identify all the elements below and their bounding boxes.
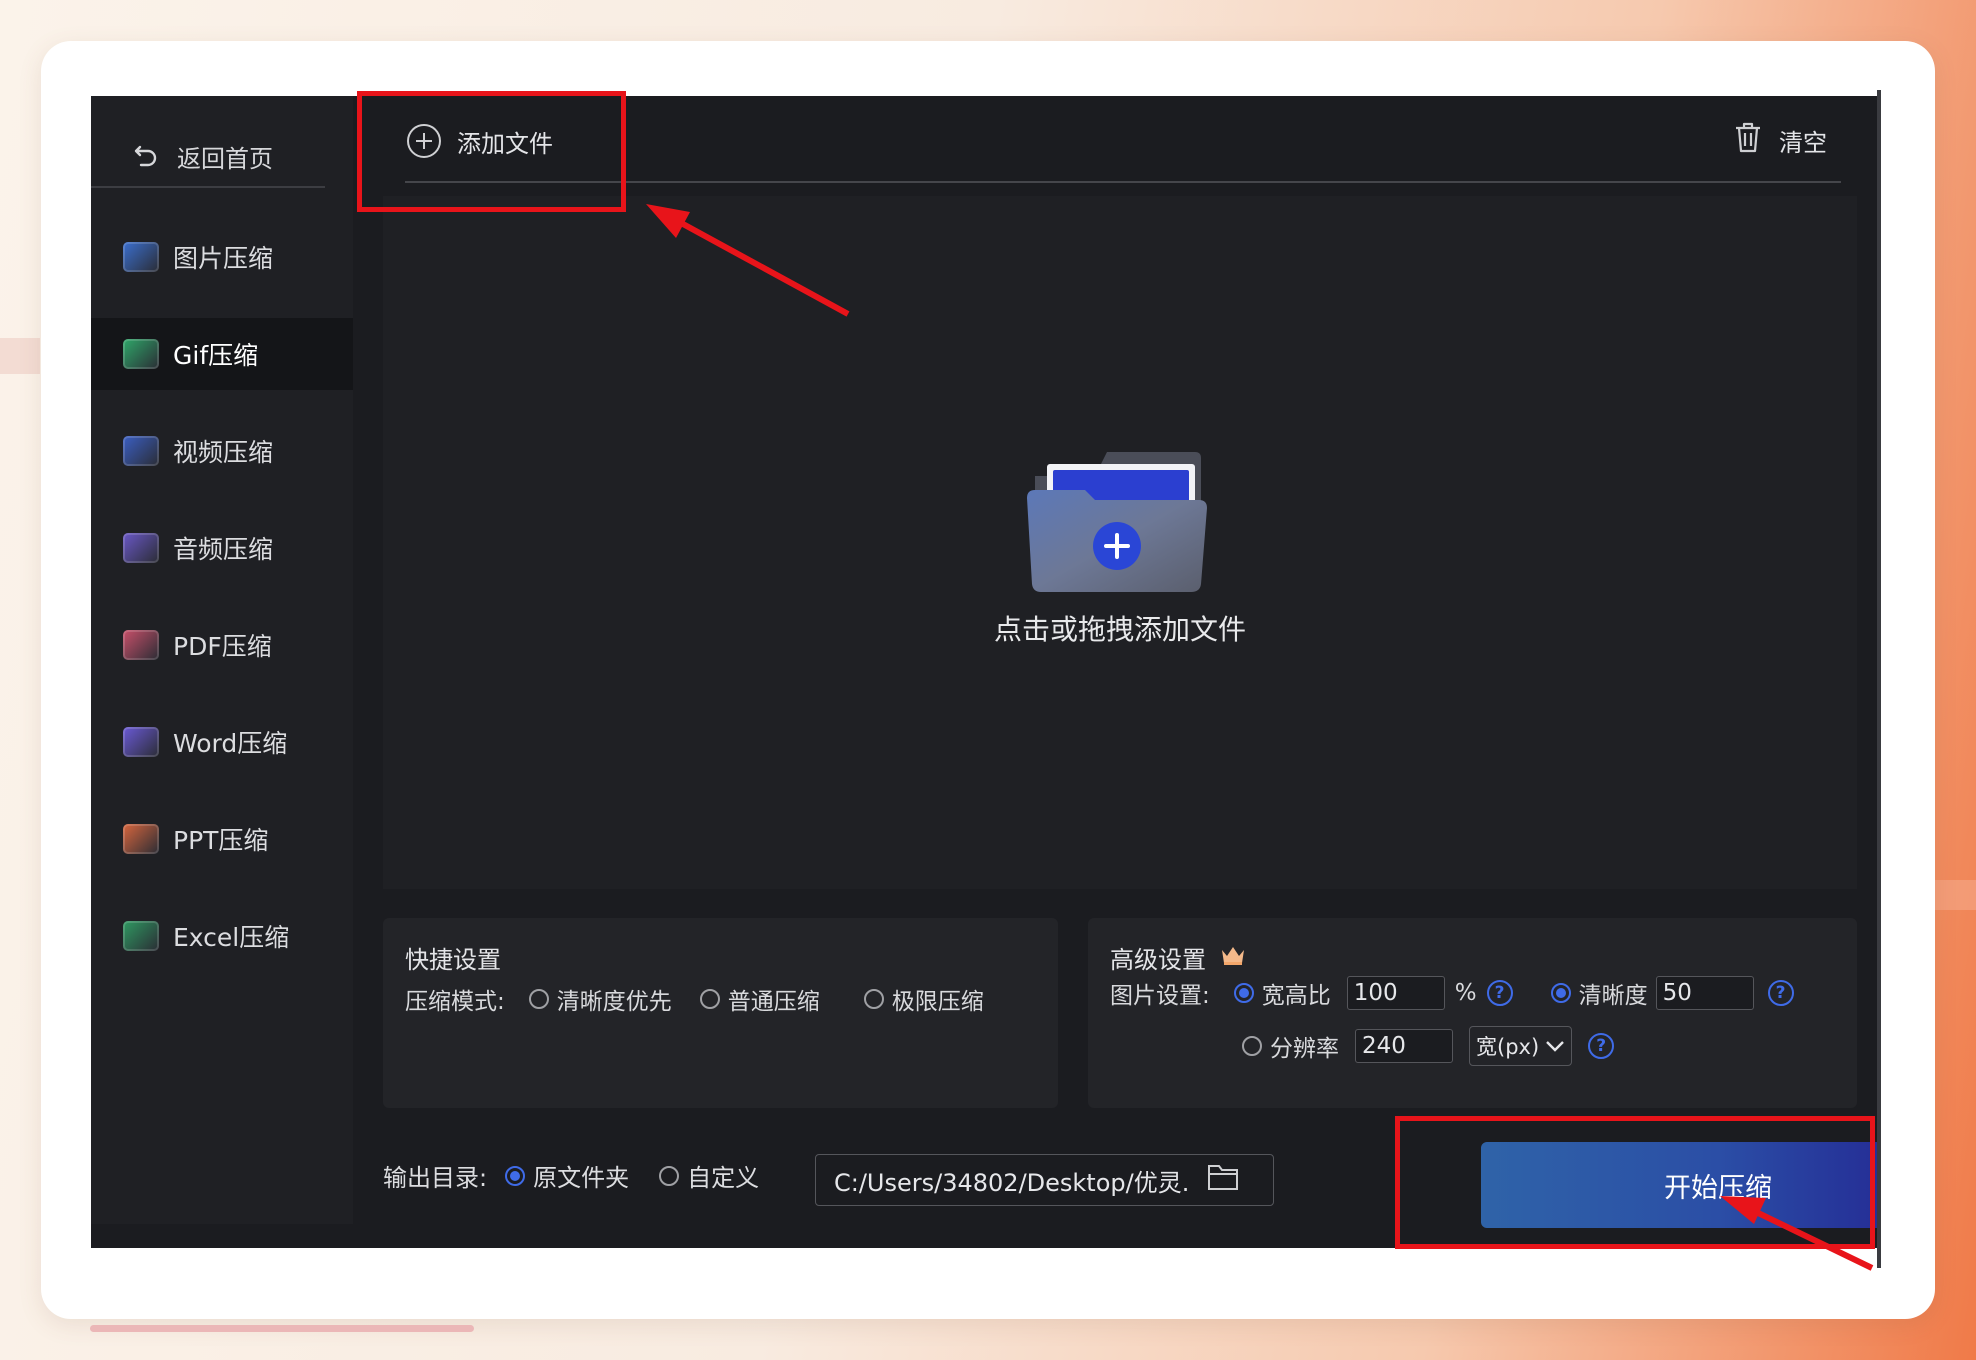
radio-icon xyxy=(659,1165,680,1186)
sidebar-item-ppt[interactable]: PPT压缩 xyxy=(91,803,353,875)
radio-selected-icon xyxy=(1233,983,1254,1003)
background-decoration xyxy=(0,338,40,374)
mode-option-extreme[interactable]: 极限压缩 xyxy=(863,982,984,1016)
image-settings-label: 图片设置: xyxy=(1110,983,1210,1009)
back-home-button[interactable]: 返回首页 xyxy=(133,126,273,186)
video-icon xyxy=(123,436,159,466)
radio-icon xyxy=(863,989,884,1009)
folder-add-icon xyxy=(1027,452,1207,592)
sidebar-item-image[interactable]: 图片压缩 xyxy=(91,221,353,293)
resolution-help-icon[interactable]: ? xyxy=(1588,1033,1615,1059)
gif-icon xyxy=(123,339,159,369)
sidebar-item-label: 视频压缩 xyxy=(173,438,274,467)
word-icon xyxy=(123,727,159,757)
trash-icon xyxy=(1733,120,1763,160)
folder-browse-icon[interactable] xyxy=(1207,1163,1239,1197)
compressor-app-window: 返回首页 图片压缩 Gif压缩视频压缩音频压缩 PDF压缩 Word压缩 PPT压缩 Ex… xyxy=(91,96,1881,1248)
output-option-custom[interactable]: 自定义 xyxy=(659,1158,759,1193)
sidebar: 返回首页 图片压缩 Gif压缩视频压缩音频压缩 PDF压缩 Word压缩 PPT压缩 Ex… xyxy=(91,96,353,1224)
annotation-highlight-box xyxy=(357,91,626,212)
advanced-settings-title: 高级设置 xyxy=(1110,946,1206,974)
resolution-row: 分辨率 240 宽(px) ? xyxy=(1242,1026,1615,1066)
scroll-indicator xyxy=(90,1325,474,1332)
sidebar-item-label: PPT压缩 xyxy=(173,826,269,855)
quick-settings-title: 快捷设置 xyxy=(405,946,501,974)
resolution-unit-select[interactable]: 宽(px) xyxy=(1469,1026,1573,1066)
output-path-value: C:/Users/34802/Desktop/优灵. xyxy=(834,1168,1190,1197)
sidebar-item-gif[interactable]: Gif压缩 xyxy=(91,318,353,390)
sidebar-item-label: 图片压缩 xyxy=(173,244,274,273)
output-directory-row: 输出目录: 原文件夹 自定义 xyxy=(383,1158,759,1193)
ppt-icon xyxy=(123,824,159,854)
sidebar-item-label: Gif压缩 xyxy=(173,341,259,370)
percent-unit: % xyxy=(1454,980,1477,1006)
mode-option-normal[interactable]: 普通压缩 xyxy=(699,982,820,1016)
clarity-help-icon[interactable]: ? xyxy=(1767,980,1794,1006)
clear-button[interactable]: 清空 xyxy=(1733,120,1827,160)
file-drop-zone[interactable]: 点击或拖拽添加文件 xyxy=(383,196,1857,889)
sidebar-item-label: 音频压缩 xyxy=(173,535,274,564)
ratio-help-icon[interactable]: ? xyxy=(1486,980,1513,1006)
drop-zone-label: 点击或拖拽添加文件 xyxy=(993,613,1246,646)
advanced-settings-panel: 高级设置 图片设置: 宽高比 100 % ? 清晰度 50 ? 分辨率 240 … xyxy=(1088,918,1857,1108)
annotation-highlight-box xyxy=(1395,1116,1875,1249)
compression-mode-label: 压缩模式: xyxy=(405,989,505,1015)
image-icon xyxy=(123,242,159,272)
chevron-down-icon xyxy=(1545,1034,1565,1058)
clear-label: 清空 xyxy=(1779,128,1827,157)
quick-settings-panel: 快捷设置 压缩模式: 清晰度优先 普通压缩 极限压缩 xyxy=(383,918,1058,1108)
resolution-input[interactable]: 240 xyxy=(1355,1029,1453,1063)
sidebar-item-label: Word压缩 xyxy=(173,729,288,758)
clarity-label: 清晰度 xyxy=(1578,983,1648,1009)
ratio-label: 宽高比 xyxy=(1261,983,1331,1009)
output-custom-label: 自定义 xyxy=(687,1164,760,1192)
mode-option-clarity[interactable]: 清晰度优先 xyxy=(528,982,672,1016)
mode-option-label: 极限压缩 xyxy=(891,989,984,1015)
crown-icon xyxy=(1220,944,1246,972)
radio-selected-icon xyxy=(505,1165,526,1186)
ratio-input[interactable]: 100 xyxy=(1346,976,1445,1010)
sidebar-item-label: PDF压缩 xyxy=(173,632,272,661)
image-settings-row: 图片设置: 宽高比 100 % ? 清晰度 50 ? xyxy=(1110,976,1794,1010)
compression-mode-row: 压缩模式: 清晰度优先 普通压缩 极限压缩 xyxy=(405,982,984,1016)
output-original-label: 原文件夹 xyxy=(533,1164,630,1192)
radio-icon xyxy=(699,989,720,1009)
clarity-input[interactable]: 50 xyxy=(1655,976,1754,1010)
back-home-label: 返回首页 xyxy=(177,144,273,173)
window-border xyxy=(1877,90,1881,1268)
ratio-option[interactable]: 宽高比 xyxy=(1233,976,1331,1010)
sidebar-item-label: Excel压缩 xyxy=(173,923,290,952)
sidebar-divider xyxy=(91,186,325,188)
resolution-unit-value: 宽(px) xyxy=(1476,1035,1540,1059)
clarity-option[interactable]: 清晰度 xyxy=(1550,976,1648,1010)
sidebar-item-word[interactable]: Word压缩 xyxy=(91,706,353,778)
output-path-field[interactable]: C:/Users/34802/Desktop/优灵. xyxy=(815,1154,1274,1206)
output-option-original[interactable]: 原文件夹 xyxy=(505,1158,629,1193)
mode-option-label: 普通压缩 xyxy=(727,989,820,1015)
excel-icon xyxy=(123,921,159,951)
radio-icon xyxy=(528,989,549,1009)
audio-icon xyxy=(123,533,159,563)
pdf-icon xyxy=(123,630,159,660)
radio-icon xyxy=(1242,1036,1262,1056)
mode-option-label: 清晰度优先 xyxy=(556,989,672,1015)
output-label: 输出目录: xyxy=(383,1164,488,1192)
back-arrow-icon xyxy=(133,143,159,169)
sidebar-item-pdf[interactable]: PDF压缩 xyxy=(91,609,353,681)
sidebar-item-excel[interactable]: Excel压缩 xyxy=(91,900,353,972)
sidebar-item-video[interactable]: 视频压缩 xyxy=(91,415,353,487)
sidebar-item-audio[interactable]: 音频压缩 xyxy=(91,512,353,584)
resolution-option[interactable]: 分辨率 xyxy=(1242,1029,1339,1063)
advanced-settings-title-row: 高级设置 xyxy=(1110,940,1246,975)
radio-selected-icon xyxy=(1550,983,1571,1003)
resolution-label: 分辨率 xyxy=(1270,1036,1339,1062)
